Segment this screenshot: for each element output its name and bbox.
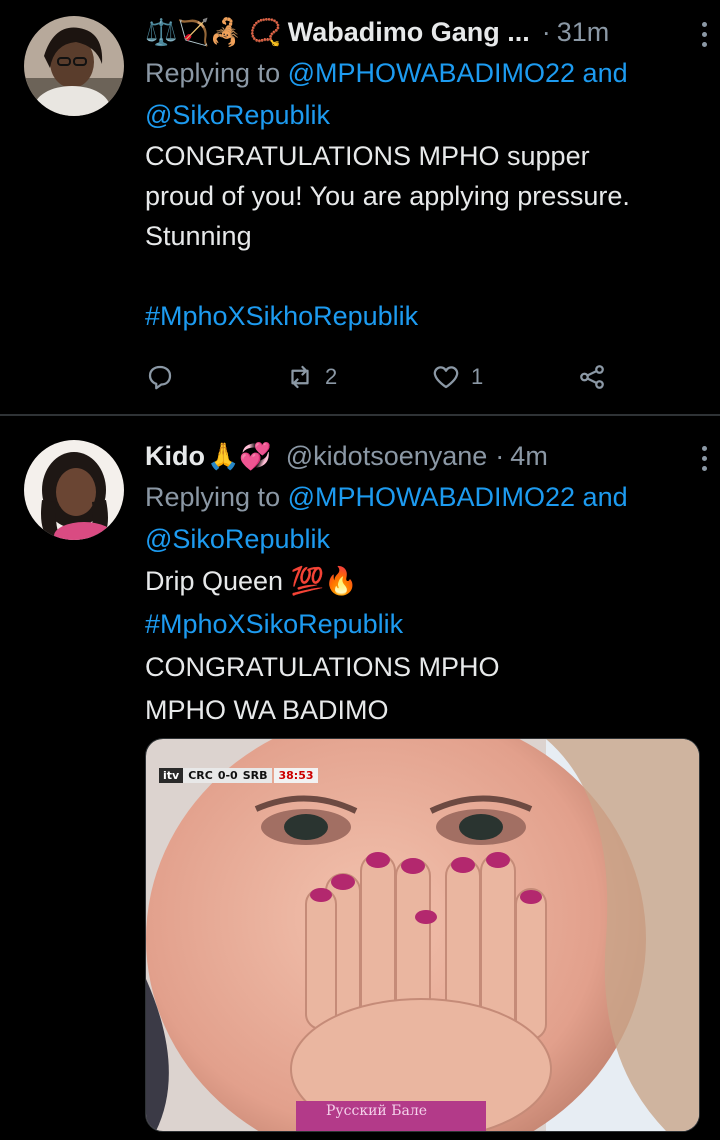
avatar[interactable] (24, 16, 124, 116)
tweet-text: Drip Queen 💯🔥 #MphoXSikoRepublik CONGRAT… (145, 560, 696, 732)
hashtag-link[interactable]: #MphoXSikoRepublik (145, 603, 696, 646)
match-clock: 38:53 (274, 767, 318, 783)
tweet-header: ⚖️🏹🦂 📿 Wabadimo Gang ... · 31m (145, 12, 696, 52)
separator-dot: · (495, 440, 505, 471)
name-emojis: 🙏💞 (207, 440, 272, 471)
home-team: CRC (188, 768, 213, 782)
replying-to-label: Replying to (145, 58, 281, 88)
user-handle[interactable]: @kidotsoenyane (286, 441, 488, 472)
child-photo (146, 739, 699, 1131)
tweet-line: CONGRATULATIONS MPHO (145, 652, 500, 682)
more-options-icon[interactable] (700, 22, 708, 47)
tweet-header: Kido 🙏💞 @kidotsoenyane · 4m (145, 436, 696, 476)
reply-mention[interactable]: @SikoRepublik (145, 524, 330, 554)
tweet-line: proud of you! You are applying pressure. (145, 181, 630, 211)
channel-logo: itv (159, 767, 184, 783)
reply-icon (148, 365, 172, 390)
tweet[interactable]: Kido 🙏💞 @kidotsoenyane · 4m Replying to … (0, 416, 720, 1140)
reply-button[interactable] (145, 362, 175, 392)
away-team: SRB (242, 768, 268, 782)
display-name[interactable]: Kido (145, 441, 205, 472)
tweet-actions: 2 1 (145, 362, 615, 398)
tweet[interactable]: ⚖️🏹🦂 📿 Wabadimo Gang ... · 31m Replying … (0, 0, 720, 415)
score: 0-0 (217, 768, 238, 782)
replying-to-label: Replying to (145, 482, 281, 512)
wristband-text: Русский Бале (326, 1103, 428, 1119)
reply-context: Replying to @MPHOWABADIMO22 and @SikoRep… (145, 52, 696, 136)
hashtag-link[interactable]: #MphoXSikhoRepublik (145, 296, 696, 336)
share-icon (580, 365, 604, 389)
retweet-button[interactable]: 2 (285, 362, 337, 392)
tweet-line: CONGRATULATIONS MPHO supper (145, 141, 590, 171)
name-emojis: ⚖️🏹🦂 📿 (145, 16, 282, 47)
like-button[interactable]: 1 (431, 362, 483, 392)
tweet-line: Drip Queen 💯🔥 (145, 566, 358, 596)
heart-icon (433, 366, 459, 389)
tweet-line: Stunning (145, 221, 252, 251)
tv-scorebug: itv CRC 0-0 SRB 38:53 (159, 766, 318, 784)
avatar[interactable] (24, 440, 124, 540)
reply-mention[interactable]: @MPHOWABADIMO22 and (288, 482, 628, 512)
tweet-media-image[interactable]: itv CRC 0-0 SRB 38:53 Русский Бале (145, 738, 700, 1132)
timestamp[interactable]: 31m (557, 17, 610, 48)
reply-mention[interactable]: @SikoRepublik (145, 100, 330, 130)
like-count: 1 (471, 364, 484, 389)
reply-mention[interactable]: @MPHOWABADIMO22 and (288, 58, 628, 88)
more-options-icon[interactable] (700, 446, 708, 471)
retweet-icon (291, 365, 309, 389)
score-teams: CRC 0-0 SRB (183, 767, 273, 783)
share-button[interactable] (577, 362, 607, 392)
retweet-count: 2 (325, 364, 338, 389)
separator-dot: · (541, 16, 551, 47)
display-name[interactable]: Wabadimo Gang ... (288, 17, 530, 48)
tweet-line: MPHO WA BADIMO (145, 695, 389, 725)
reply-context: Replying to @MPHOWABADIMO22 and @SikoRep… (145, 476, 696, 560)
timestamp[interactable]: 4m (510, 441, 548, 472)
tweet-text: CONGRATULATIONS MPHO supper proud of you… (145, 136, 696, 336)
